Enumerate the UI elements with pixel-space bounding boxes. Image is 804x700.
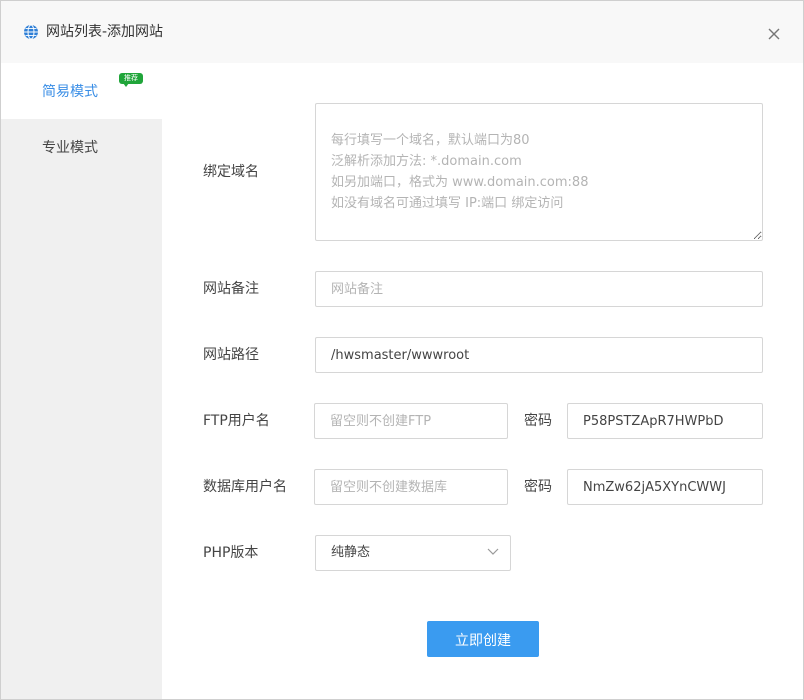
path-label: 网站路径 [203, 346, 259, 364]
globe-icon [23, 24, 39, 40]
ftp-username-label: FTP用户名 [203, 412, 270, 430]
tab-label: 专业模式 [42, 139, 98, 157]
tab-label: 简易模式 [42, 83, 98, 101]
domain-label: 绑定域名 [203, 163, 259, 181]
ftp-password-input[interactable] [567, 403, 763, 439]
ftp-username-input[interactable] [314, 403, 508, 439]
chevron-down-icon [487, 548, 499, 556]
tab-pro-mode[interactable]: 专业模式 [1, 119, 162, 175]
php-version-select[interactable]: 纯静态 [315, 535, 511, 571]
dialog-titlebar: 网站列表-添加网站 [1, 1, 803, 63]
db-password-input[interactable] [567, 469, 763, 505]
mode-sidebar: 简易模式 推荐 专业模式 [1, 63, 162, 699]
remark-input[interactable] [315, 271, 763, 307]
db-username-input[interactable] [314, 469, 508, 505]
php-version-value: 纯静态 [331, 544, 370, 562]
db-password-label: 密码 [524, 478, 552, 496]
ftp-password-label: 密码 [524, 412, 552, 430]
domain-textarea[interactable] [315, 103, 763, 241]
close-icon[interactable] [765, 25, 783, 43]
tab-simple-mode[interactable]: 简易模式 推荐 [1, 63, 162, 119]
add-site-dialog: 网站列表-添加网站 简易模式 推荐 专业模式 绑定域名 网站备注 网站路径 FT… [0, 0, 804, 700]
php-version-label: PHP版本 [203, 544, 258, 562]
recommend-badge: 推荐 [119, 73, 143, 84]
db-username-label: 数据库用户名 [203, 478, 287, 496]
remark-label: 网站备注 [203, 280, 259, 298]
path-input[interactable] [315, 337, 763, 373]
create-site-button[interactable]: 立即创建 [427, 621, 539, 657]
dialog-title: 网站列表-添加网站 [46, 23, 163, 41]
